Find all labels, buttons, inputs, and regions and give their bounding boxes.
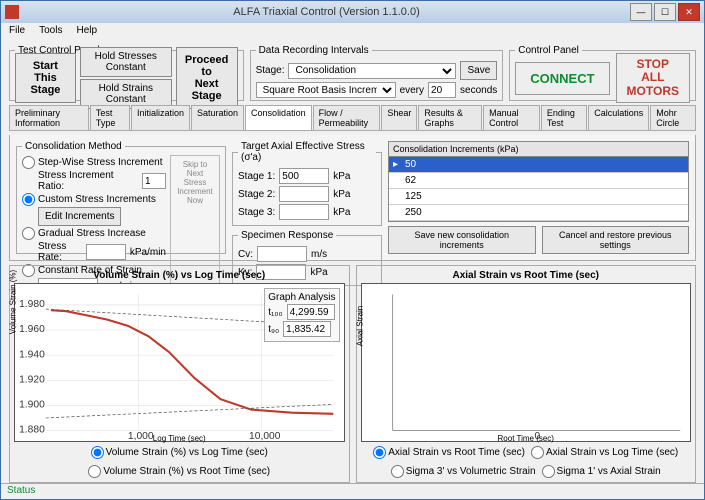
stage3-input[interactable] xyxy=(279,204,329,220)
cancel-increments-button[interactable]: Cancel and restore previous settings xyxy=(542,226,690,254)
target-stress: Target Axial Effective Stress (σ'a) Stag… xyxy=(232,141,382,226)
volume-strain-chart: Volume Strain (%) vs Log Time (sec) 1.98… xyxy=(9,265,350,483)
radio-sigma3[interactable] xyxy=(391,465,404,478)
stage1-input[interactable] xyxy=(279,168,329,184)
tab-saturation[interactable]: Saturation xyxy=(191,105,244,130)
menu-help[interactable]: Help xyxy=(76,25,97,39)
stop-all-motors-button[interactable]: STOP ALL MOTORS xyxy=(616,53,690,103)
radio-sigma1[interactable] xyxy=(542,465,555,478)
radio-vol-root[interactable] xyxy=(88,465,101,478)
tab-results[interactable]: Results & Graphs xyxy=(418,105,482,130)
t100-input[interactable] xyxy=(287,304,335,320)
radio-vol-log[interactable] xyxy=(91,446,104,459)
save-increments-button[interactable]: Save new consolidation increments xyxy=(388,226,536,254)
status-bar: Status xyxy=(1,483,704,499)
radio-gradual[interactable] xyxy=(22,227,35,240)
titlebar: ALFA Triaxial Control (Version 1.1.0.0) … xyxy=(1,1,704,23)
tab-ending[interactable]: Ending Test xyxy=(541,105,587,130)
interval-method-select[interactable]: Square Root Basis Incremen xyxy=(256,82,396,98)
chart1-plot[interactable]: 1.980 1.960 1.940 1.920 1.900 1.880 1,000 10,0… xyxy=(14,283,345,442)
tab-consolidation[interactable]: Consolidation xyxy=(245,105,312,130)
tab-flow[interactable]: Flow / Permeability xyxy=(313,105,381,130)
ratio-input[interactable] xyxy=(142,173,166,189)
svg-text:1.880: 1.880 xyxy=(19,425,45,436)
increments-grid[interactable]: Consolidation Increments (kPa) ▸50 62 12… xyxy=(388,141,689,222)
hold-stresses-button[interactable]: Hold Stresses Constant xyxy=(80,47,172,77)
start-stage-button[interactable]: Start This Stage xyxy=(15,53,76,103)
stage2-input[interactable] xyxy=(279,186,329,202)
control-panel: Control Panel CONNECT STOP ALL MOTORS xyxy=(509,45,696,101)
grid-row[interactable]: 125 xyxy=(389,189,688,205)
radio-stepwise[interactable] xyxy=(22,156,35,169)
tab-initialization[interactable]: Initialization xyxy=(131,105,190,130)
grid-row[interactable]: ▸50 xyxy=(389,157,688,173)
window-title: ALFA Triaxial Control (Version 1.1.0.0) xyxy=(23,6,630,18)
proceed-button[interactable]: Proceed to Next Stage xyxy=(176,47,238,109)
radio-axial-log[interactable] xyxy=(531,446,544,459)
close-button[interactable]: ✕ xyxy=(678,3,700,21)
radio-axial-root[interactable] xyxy=(373,446,386,459)
svg-text:1.900: 1.900 xyxy=(19,399,45,410)
grid-row[interactable]: 250 xyxy=(389,205,688,221)
chart2-plot[interactable]: 0 Axial Strain Root Time (sec) xyxy=(361,283,692,442)
menu-tools[interactable]: Tools xyxy=(39,25,62,39)
svg-text:1.940: 1.940 xyxy=(19,349,45,360)
tab-mohr[interactable]: Mohr Circle xyxy=(650,105,696,130)
svg-text:1.920: 1.920 xyxy=(19,374,45,385)
edit-increments-button[interactable]: Edit Increments xyxy=(38,207,121,226)
tab-calculations[interactable]: Calculations xyxy=(588,105,649,130)
menubar: File Tools Help xyxy=(1,23,704,41)
app-icon xyxy=(5,5,19,19)
maximize-button[interactable]: ☐ xyxy=(654,3,676,21)
graph-analysis-box: Graph Analysis t₁₀₀ t₉₀ xyxy=(264,288,339,342)
tab-strip: Preliminary Information Test Type Initia… xyxy=(9,105,696,131)
stress-rate-input[interactable] xyxy=(86,244,126,260)
tab-preliminary[interactable]: Preliminary Information xyxy=(9,105,89,130)
tab-test-type[interactable]: Test Type xyxy=(90,105,130,130)
interval-value-input[interactable] xyxy=(428,82,456,98)
grid-row[interactable]: 500 xyxy=(389,221,688,222)
svg-text:1.960: 1.960 xyxy=(19,324,45,335)
menu-file[interactable]: File xyxy=(9,25,25,39)
cv-input[interactable] xyxy=(257,246,307,262)
data-recording-intervals: Data Recording Intervals Stage: Consolid… xyxy=(250,45,504,101)
consolidation-method: Consolidation Method Step-Wise Stress In… xyxy=(16,141,226,254)
tab-manual[interactable]: Manual Control xyxy=(483,105,540,130)
t90-input[interactable] xyxy=(283,321,331,337)
connect-button[interactable]: CONNECT xyxy=(515,62,609,95)
test-control-panel: Test Control Panel Start This Stage Hold… xyxy=(9,45,244,101)
axial-strain-chart: Axial Strain vs Root Time (sec) 0 Axial … xyxy=(356,265,697,483)
svg-text:1.980: 1.980 xyxy=(19,299,45,310)
minimize-button[interactable]: — xyxy=(630,3,652,21)
grid-row[interactable]: 62 xyxy=(389,173,688,189)
tab-shear[interactable]: Shear xyxy=(381,105,417,130)
svg-text:1,000: 1,000 xyxy=(128,431,154,441)
radio-custom[interactable] xyxy=(22,193,35,206)
stage-select[interactable]: Consolidation xyxy=(288,63,456,79)
save-intervals-button[interactable]: Save xyxy=(460,61,497,80)
svg-text:10,000: 10,000 xyxy=(249,431,281,441)
